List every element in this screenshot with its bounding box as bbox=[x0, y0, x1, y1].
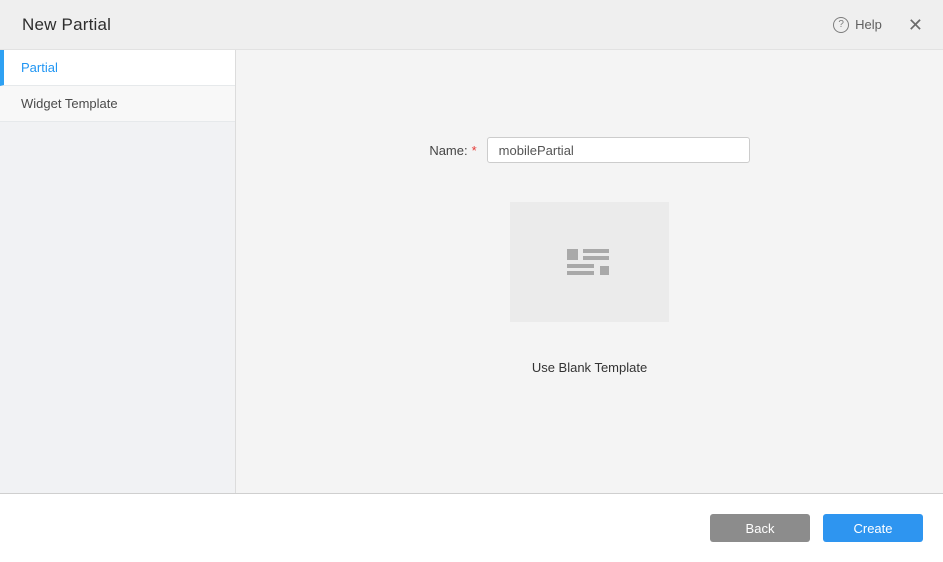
dialog-header: New Partial ? Help ✕ bbox=[0, 0, 943, 50]
close-icon[interactable]: ✕ bbox=[908, 16, 923, 34]
dialog-body: Partial Widget Template Name: * bbox=[0, 50, 943, 494]
name-input[interactable] bbox=[487, 137, 750, 163]
blank-template-content-icon bbox=[567, 249, 613, 275]
required-marker: * bbox=[472, 143, 477, 158]
blank-template-card[interactable] bbox=[510, 202, 669, 322]
page-title: New Partial bbox=[22, 15, 111, 35]
help-button[interactable]: ? Help bbox=[833, 17, 882, 33]
name-field-row: Name: * bbox=[429, 137, 749, 163]
main-content: Name: * bbox=[236, 50, 943, 493]
sidebar-item-partial[interactable]: Partial bbox=[0, 50, 235, 86]
create-button[interactable]: Create bbox=[823, 514, 923, 542]
back-button[interactable]: Back bbox=[710, 514, 810, 542]
name-label: Name: bbox=[429, 143, 467, 158]
header-actions: ? Help ✕ bbox=[833, 16, 923, 34]
new-partial-dialog: New Partial ? Help ✕ Partial Widget Temp… bbox=[0, 0, 943, 562]
dialog-footer: Back Create bbox=[0, 494, 943, 562]
sidebar-item-label: Widget Template bbox=[21, 96, 118, 111]
template-type-sidebar: Partial Widget Template bbox=[0, 50, 236, 493]
sidebar-item-label: Partial bbox=[21, 60, 58, 75]
help-label: Help bbox=[855, 17, 882, 32]
sidebar-item-widget-template[interactable]: Widget Template bbox=[0, 86, 235, 122]
use-blank-template-label[interactable]: Use Blank Template bbox=[532, 360, 647, 375]
help-icon: ? bbox=[833, 17, 849, 33]
